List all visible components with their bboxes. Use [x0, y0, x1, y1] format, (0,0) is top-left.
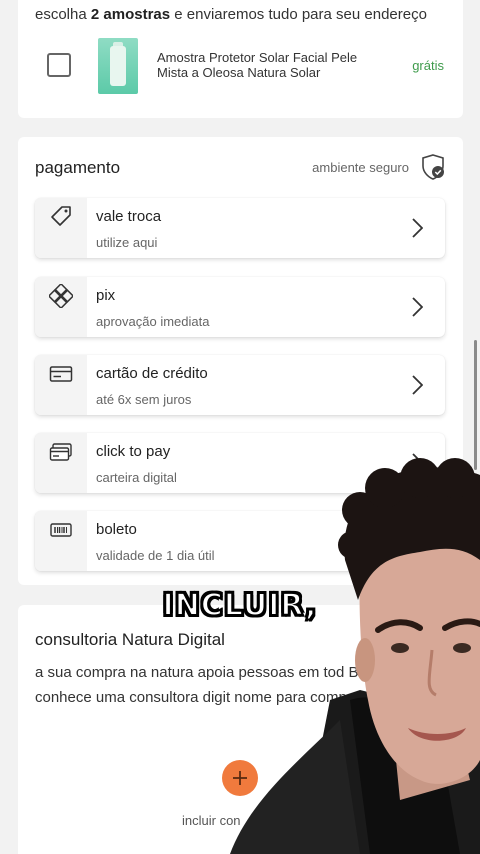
payment-card: pagamento ambiente seguro vale troca uti… [18, 137, 463, 585]
icon-box [35, 511, 87, 571]
samples-intro-suffix: e enviaremos tudo para seu endereço [174, 6, 427, 23]
samples-count: 2 amostras [90, 6, 171, 23]
payment-option-subtitle: utilize aqui [96, 235, 158, 250]
icon-box [35, 355, 87, 415]
barcode-icon [50, 523, 72, 537]
icon-box [35, 277, 87, 337]
tag-icon [51, 206, 71, 226]
icon-box [35, 198, 87, 258]
product-name: Amostra Protetor Solar Facial Pele Mista… [157, 50, 358, 80]
samples-intro-prefix: escolha [35, 6, 87, 23]
pix-icon [49, 284, 73, 308]
chevron-right-icon [412, 531, 423, 551]
plus-icon [233, 771, 247, 785]
payment-title: pagamento [35, 158, 121, 177]
chevron-right-icon [412, 297, 423, 317]
payment-option-label: vale troca [96, 208, 162, 225]
payment-option-subtitle: validade de 1 dia útil [96, 548, 215, 563]
payment-option-credit-card[interactable]: cartão de crédito até 6x sem juros [35, 355, 445, 415]
chevron-right-icon [412, 453, 423, 473]
samples-card: escolha 2 amostras e enviaremos tudo par… [18, 0, 463, 118]
payment-option-boleto[interactable]: boleto validade de 1 dia útil [35, 511, 445, 571]
payment-option-label: click to pay [96, 443, 171, 460]
sample-checkbox[interactable] [47, 53, 71, 77]
sample-item[interactable]: Amostra Protetor Solar Facial Pele Mista… [18, 38, 463, 100]
video-caption: INCLUIR, [162, 587, 318, 624]
payment-option-subtitle: até 6x sem juros [96, 392, 192, 407]
scrollbar[interactable] [474, 340, 477, 470]
secure-environment-label: ambiente seguro [312, 160, 409, 175]
price-free-label: grátis [412, 58, 444, 73]
click-to-pay-icon [49, 443, 72, 461]
icon-box [35, 433, 87, 493]
add-consultant-label[interactable]: incluir con [182, 813, 241, 828]
consultancy-card: consultoria Natura Digital a sua compra … [18, 605, 463, 854]
payment-option-click-to-pay[interactable]: click to pay carteira digital [35, 433, 445, 493]
payment-option-label: boleto [96, 521, 137, 538]
samples-intro: escolha 2 amostras e enviaremos tudo par… [35, 6, 427, 23]
consultancy-title: consultoria Natura Digital [35, 630, 225, 649]
shield-check-icon [422, 154, 444, 180]
payment-option-vale-troca[interactable]: vale troca utilize aqui [35, 198, 445, 258]
add-consultant-button[interactable] [222, 760, 258, 796]
consultancy-description: a sua compra na natura apoia pessoas em … [35, 664, 447, 706]
payment-option-label: pix [96, 287, 116, 304]
payment-option-pix[interactable]: pix aprovação imediata [35, 277, 445, 337]
payment-option-label: cartão de crédito [96, 365, 208, 382]
product-image [98, 38, 138, 94]
payment-option-subtitle: carteira digital [96, 470, 177, 485]
payment-option-subtitle: aprovação imediata [96, 314, 210, 329]
chevron-right-icon [412, 375, 423, 395]
credit-card-icon [49, 366, 73, 382]
chevron-right-icon [412, 218, 423, 238]
